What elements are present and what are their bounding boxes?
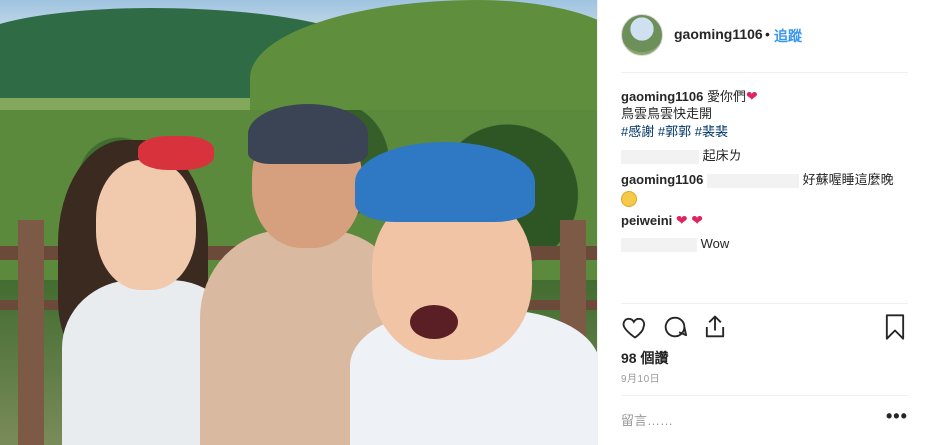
post-panel: gaoming1106 • 追蹤 gaoming1106 愛你們❤ 鳥雲鳥雲快走… — [597, 0, 931, 445]
caption-text: 愛你們 — [707, 89, 747, 104]
hashtag-link[interactable]: #感謝 — [621, 124, 654, 139]
comment-text: 好蘇喔睡這麼晚 — [802, 172, 894, 187]
caption-username[interactable]: gaoming1106 — [621, 89, 703, 104]
action-bar — [621, 313, 908, 341]
header-username[interactable]: gaoming1106 — [674, 26, 763, 42]
comment-item: peiweini ❤ ❤ — [621, 211, 703, 230]
post-header: gaoming1106 • 追蹤 — [598, 0, 931, 72]
redacted-username — [621, 149, 699, 164]
caption-line-2: 鳥雲鳥雲快走開 — [621, 106, 713, 121]
comment-item: 起床ㄌ — [621, 147, 742, 165]
actions-divider — [621, 303, 908, 304]
comment-username[interactable]: gaoming1106 — [621, 172, 703, 187]
heart-emoji-icon: ❤ — [675, 212, 688, 228]
comment-icon[interactable] — [661, 313, 689, 341]
comment-username[interactable]: peiweini — [621, 213, 672, 228]
heart-icon[interactable] — [621, 313, 649, 341]
hashtag-link[interactable]: #裴裴 — [695, 124, 728, 139]
post-photo[interactable] — [0, 0, 597, 445]
separator-dot: • — [765, 26, 770, 42]
likes-count[interactable]: 98 個讚 — [621, 348, 668, 368]
share-icon[interactable] — [701, 313, 729, 341]
caption-hashtags: #感謝 #郭郭 #裴裴 — [621, 123, 728, 141]
comment-divider — [621, 395, 908, 396]
caption-line-1: gaoming1106 愛你們❤ — [621, 87, 758, 106]
post-date[interactable]: 9月10日 — [621, 370, 660, 385]
smile-emoji-icon — [621, 190, 637, 207]
bookmark-icon[interactable] — [881, 313, 909, 341]
comment-item: gaoming1106 好蘇喔睡這麼晚 — [621, 171, 894, 189]
comment-item: Wow — [621, 235, 729, 253]
heart-emoji-icon: ❤ — [746, 88, 758, 104]
follow-button[interactable]: 追蹤 — [774, 26, 802, 46]
more-options-button[interactable]: ••• — [886, 406, 908, 427]
avatar[interactable] — [621, 14, 663, 56]
redacted-mention — [707, 173, 799, 188]
comment-text: 起床ㄌ — [702, 148, 742, 163]
redacted-username — [621, 237, 697, 252]
header-divider — [621, 72, 908, 73]
comment-emoji-line — [621, 189, 637, 207]
add-comment-input[interactable]: 留言…… — [621, 410, 673, 429]
hashtag-link[interactable]: #郭郭 — [658, 124, 691, 139]
comment-text: Wow — [700, 236, 730, 251]
heart-emoji-icon: ❤ — [691, 212, 704, 228]
